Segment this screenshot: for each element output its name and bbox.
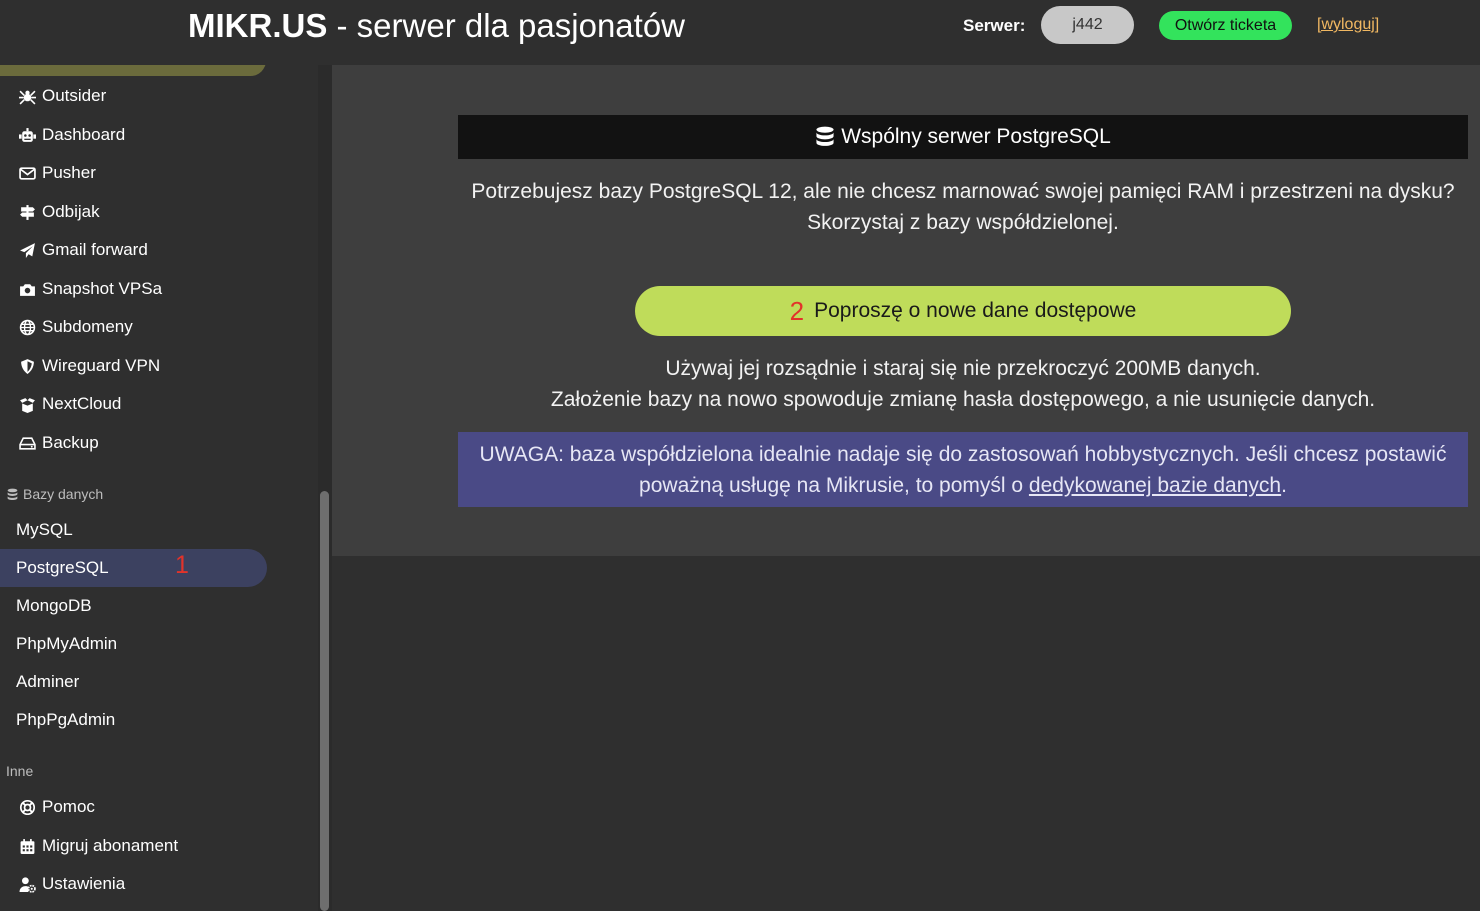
open-ticket-button[interactable]: Otwórz ticketa [1159,11,1292,40]
sidebar-item-wireguard[interactable]: Wireguard VPN [16,353,160,379]
site-title: MIKR.US - serwer dla pasjonatów [188,6,685,46]
sidebar-item-pusher[interactable]: Pusher [16,160,96,186]
sidebar-item-label: Migruj abonament [42,836,179,855]
intro-line: Skorzystaj z bazy współdzielonej. [807,210,1119,234]
sidebar-item-dashboard[interactable]: Dashboard [16,122,125,148]
database-icon [7,488,18,500]
sidebar-item-pomoc[interactable]: Pomoc [16,794,95,820]
sidebar-item-label: MySQL [16,520,73,539]
sidebar-item-label: Ustawienia [42,874,126,893]
sidebar-item-label: MongoDB [16,596,92,615]
usage-line: Założenie bazy na nowo spowoduje zmianę … [550,387,1376,411]
section-label-text: Bazy danych [23,486,104,502]
brand-name: MIKR.US [188,7,328,44]
sidebar-item-gmail-forward[interactable]: Gmail forward [16,237,148,263]
warning-box: UWAGA: baza współdzielona idealnie nadaj… [458,432,1468,507]
top-bar: MIKR.US - serwer dla pasjonatów Serwer: … [0,0,1480,65]
sidebar-item-label: Snapshot VPSa [42,279,163,298]
sidebar-item-label: Dashboard [42,125,126,144]
sidebar-item-outsider[interactable]: Outsider [16,83,106,109]
life-ring-icon [16,798,38,816]
server-label: Serwer: [963,16,1026,35]
card-title: Wspólny serwer PostgreSQL [841,125,1111,148]
hdd-icon [16,434,38,452]
envelope-icon [16,164,38,182]
sidebar-item-nextcloud[interactable]: NextCloud [16,391,121,417]
sidebar-item-phppgadmin[interactable]: PhpPgAdmin [16,707,115,733]
sidebar-item-label: PhpPgAdmin [16,710,116,729]
intro-text: Potrzebujesz bazy PostgreSQL 12, ale nie… [458,177,1468,238]
sidebar-item-odbijak[interactable]: Odbijak [16,199,100,225]
warning-end: . [1281,473,1287,497]
logout-link[interactable]: [wyloguj] [1317,15,1379,35]
user-cog-icon [16,875,38,893]
globe-icon [16,318,38,336]
annotation-marker-2: 2 [789,295,805,326]
calendar-icon [16,837,38,855]
robot-icon [16,126,38,144]
sidebar-item-label: Odbijak [42,202,100,221]
sidebar-item-label: Gmail forward [42,240,148,259]
sidebar-item-subdomeny[interactable]: Subdomeny [16,314,133,340]
spider-icon [16,87,38,105]
camera-icon [16,280,38,298]
sidebar-item-phpmyadmin[interactable]: PhpMyAdmin [16,631,117,657]
request-credentials-label: Poproszę o nowe dane dostępowe [814,299,1137,322]
sidebar-item-snapshot[interactable]: Snapshot VPSa [16,276,162,302]
sidebar-item-label: Subdomeny [42,317,133,336]
sidebar-item-label: NextCloud [42,394,122,413]
dedicated-db-link[interactable]: dedykowanej bazie danych [1029,474,1281,497]
sidebar-item-label: Outsider [42,86,107,105]
database-icon [816,126,834,146]
sidebar-scrollbar-thumb[interactable] [320,491,329,911]
sidebar-item-label: Wireguard VPN [42,356,161,375]
sidebar-item-label: Pomoc [42,797,95,816]
sidebar-item-label: PostgreSQL [16,558,109,577]
warning-text: UWAGA: baza współdzielona idealnie nadaj… [479,443,1447,497]
brand-tagline: - serwer dla pasjonatów [327,7,686,44]
section-label-text: Inne [6,763,34,779]
request-credentials-button[interactable]: 2 Poproszę o nowe dane dostępowe [635,286,1291,336]
sidebar-item-adminer[interactable]: Adminer [16,669,79,695]
shield-icon [16,357,38,375]
sidebar-item-ustawienia[interactable]: Ustawienia [16,871,125,897]
signs-icon [16,203,38,221]
paper-plane-icon [16,241,38,259]
section-label-databases: Bazy danych [6,486,103,502]
sidebar-item-backup[interactable]: Backup [16,430,99,456]
section-label-other: Inne [6,763,33,779]
card-header: Wspólny serwer PostgreSQL [458,115,1468,159]
sidebar-item-label: Pusher [42,163,96,182]
sidebar-item-mongodb[interactable]: MongoDB [16,593,92,619]
usage-line: Używaj jej rozsądnie i staraj się nie pr… [665,357,1261,380]
sidebar-item-label: PhpMyAdmin [16,634,118,653]
box-open-icon [16,395,38,413]
sidebar-item-migruj[interactable]: Migruj abonament [16,833,178,859]
intro-line: Potrzebujesz bazy PostgreSQL 12, ale nie… [471,180,1455,203]
sidebar: Outsider Dashboard Pusher Odbijak Gmail … [0,65,318,911]
sidebar-item-mysql[interactable]: MySQL [16,517,73,543]
sidebar-item-partial[interactable] [0,65,266,76]
annotation-marker-1: 1 [175,551,189,579]
server-select[interactable]: j442 [1041,6,1134,44]
sidebar-item-postgresql[interactable]: PostgreSQL [16,555,109,581]
usage-text: Używaj jej rozsądnie i staraj się nie pr… [458,354,1468,415]
sidebar-item-label: Backup [42,433,99,452]
sidebar-item-label: Adminer [16,672,80,691]
